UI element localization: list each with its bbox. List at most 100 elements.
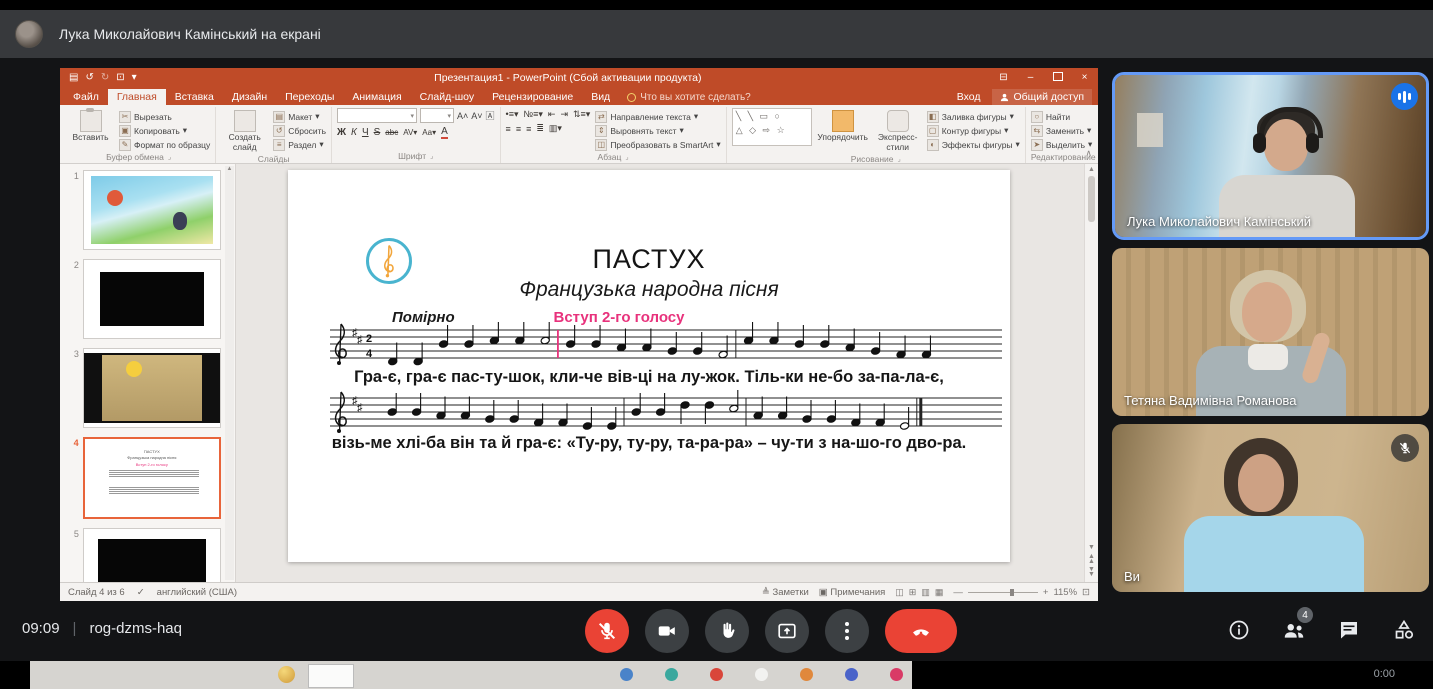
- taskbar-icon[interactable]: [890, 668, 903, 681]
- current-slide[interactable]: ПАСТУХ Французька народна пісня Помірно …: [288, 170, 1010, 562]
- shape-effects-button[interactable]: ◐ Эффекты фигуры ▾: [926, 138, 1020, 151]
- more-options-button[interactable]: [825, 609, 869, 653]
- tab-вид[interactable]: Вид: [582, 89, 619, 105]
- language-indicator[interactable]: английский (США): [157, 587, 237, 598]
- tab-анимация[interactable]: Анимация: [343, 89, 410, 105]
- tab-переходы[interactable]: Переходы: [276, 89, 343, 105]
- customize-qat-icon[interactable]: ▾: [132, 68, 137, 87]
- scroll-up-icon[interactable]: ▲: [1088, 166, 1095, 173]
- justify-icon[interactable]: ≣: [536, 123, 544, 134]
- slideshow-start-icon[interactable]: ⊡: [116, 68, 124, 87]
- activities-button[interactable]: [1391, 617, 1417, 643]
- participant-tile-self[interactable]: Ви: [1112, 424, 1429, 592]
- indent-decrease-icon[interactable]: ⇤: [548, 109, 556, 120]
- shrink-font-icon[interactable]: A˅: [471, 111, 482, 121]
- shadow-icon[interactable]: abc: [385, 128, 398, 137]
- raise-hand-button[interactable]: [705, 609, 749, 653]
- slide-preview[interactable]: [82, 528, 221, 582]
- participant-tile-luka[interactable]: Лука Миколайович Камінський: [1112, 72, 1429, 240]
- redo-icon[interactable]: ↻: [101, 68, 109, 87]
- slide-thumbnail-1[interactable]: 1: [66, 170, 221, 250]
- grow-font-icon[interactable]: A˄: [457, 111, 468, 121]
- copy-button[interactable]: ▣ Копировать ▾: [119, 124, 210, 137]
- italic-icon[interactable]: К: [351, 127, 357, 138]
- align-text-button[interactable]: ⇕ Выровнять текст ▾: [595, 124, 720, 137]
- taskbar-icon[interactable]: [710, 668, 723, 681]
- change-case-icon[interactable]: Aa▾: [422, 128, 436, 137]
- meeting-details-button[interactable]: [1226, 617, 1252, 643]
- find-button[interactable]: ○ Найти: [1030, 110, 1093, 123]
- slide-preview[interactable]: [82, 259, 221, 339]
- taskbar-icon[interactable]: [620, 668, 633, 681]
- slide-thumbnail-3[interactable]: 3: [66, 348, 221, 428]
- layout-button[interactable]: ▤ Макет ▾: [273, 110, 326, 123]
- taskbar-avatar-icon[interactable]: [278, 666, 295, 683]
- shapes-gallery[interactable]: ╲ ╲ ▭ ○ △ ◇ ⇨ ☆: [731, 108, 812, 146]
- participant-tile-tetiana[interactable]: Тетяна Вадимівна Романова: [1112, 248, 1429, 416]
- dialog-launcher-icon[interactable]: ⌟: [168, 153, 171, 161]
- scrollbar-thumb[interactable]: [1088, 176, 1095, 222]
- signin-link[interactable]: Вход: [957, 91, 981, 103]
- tab-файл[interactable]: Файл: [64, 89, 108, 105]
- strikethrough-icon[interactable]: S: [374, 127, 381, 138]
- restore-icon[interactable]: [1044, 68, 1071, 87]
- taskbar-icon[interactable]: [755, 668, 768, 681]
- slide-preview[interactable]: [82, 170, 221, 250]
- font-size-combo[interactable]: ▾: [420, 108, 454, 123]
- participants-button[interactable]: 4: [1281, 607, 1313, 643]
- smartart-button[interactable]: ◫ Преобразовать в SmartArt ▾: [595, 138, 721, 151]
- section-button[interactable]: ≡ Раздел ▾: [273, 138, 326, 151]
- camera-toggle-button[interactable]: [645, 609, 689, 653]
- save-icon[interactable]: ▤: [69, 68, 78, 87]
- comments-button[interactable]: ▣ Примечания: [819, 587, 885, 598]
- tab-слайд-шоу[interactable]: Слайд-шоу: [411, 89, 483, 105]
- ribbon-display-options-icon[interactable]: ⊟: [990, 68, 1017, 87]
- new-slide-button[interactable]: Создать слайд: [221, 108, 268, 153]
- collapse-ribbon-icon[interactable]: ∧: [1085, 148, 1092, 159]
- zoom-in-icon[interactable]: +: [1043, 587, 1049, 598]
- thumbnail-scrollbar[interactable]: ▲: [225, 166, 234, 580]
- slide-preview[interactable]: ПАСТУХ Французька народна пісня Вступ 2-го…: [82, 437, 221, 519]
- replace-button[interactable]: ⇆ Заменить ▾: [1030, 124, 1093, 137]
- columns-icon[interactable]: ▥▾: [549, 123, 562, 134]
- scroll-down-icon[interactable]: ▼: [1088, 544, 1095, 551]
- underline-icon[interactable]: Ч: [362, 127, 369, 138]
- bold-icon[interactable]: Ж: [337, 127, 346, 138]
- tab-рецензирование[interactable]: Рецензирование: [483, 89, 582, 105]
- font-color-icon[interactable]: A: [441, 126, 448, 139]
- numbering-icon[interactable]: №≡▾: [523, 109, 542, 120]
- dialog-launcher-icon[interactable]: ⌟: [625, 153, 628, 161]
- quick-styles-button[interactable]: Экспресс-стили: [874, 108, 922, 153]
- spellcheck-icon[interactable]: ✓: [137, 587, 145, 598]
- zoom-slider[interactable]: [967, 588, 1038, 596]
- taskbar-icon[interactable]: [800, 668, 813, 681]
- chat-button[interactable]: [1336, 617, 1362, 643]
- zoom-level[interactable]: 115%: [1053, 587, 1077, 598]
- present-screen-button[interactable]: [765, 609, 809, 653]
- previous-slide-icon[interactable]: ▲ ▲: [1088, 553, 1095, 565]
- tab-вставка[interactable]: Вставка: [166, 89, 223, 105]
- reset-button[interactable]: ↺ Сбросить: [273, 124, 326, 137]
- normal-view-icon[interactable]: ◫: [895, 587, 904, 598]
- tellme-box[interactable]: Что вы хотите сделать?: [619, 90, 759, 105]
- slide-thumbnail-5[interactable]: 5: [66, 528, 221, 582]
- line-spacing-icon[interactable]: ⇅≡▾: [573, 109, 590, 120]
- slide-preview[interactable]: [82, 348, 221, 428]
- char-spacing-icon[interactable]: AV▾: [403, 128, 417, 137]
- align-right-icon[interactable]: ≡: [526, 124, 531, 134]
- clear-format-icon[interactable]: 🄰: [486, 109, 495, 122]
- slideshow-view-icon[interactable]: ▦: [935, 587, 944, 598]
- taskbar-icon[interactable]: [665, 668, 678, 681]
- align-left-icon[interactable]: ≡: [506, 124, 511, 134]
- select-button[interactable]: ➤ Выделить ▾: [1030, 138, 1092, 151]
- share-button[interactable]: Общий доступ: [992, 89, 1092, 105]
- fit-to-window-icon[interactable]: ⊡: [1082, 587, 1090, 598]
- dialog-launcher-icon[interactable]: ⌟: [430, 152, 433, 160]
- arrange-button[interactable]: Упорядочить: [817, 108, 869, 143]
- zoom-out-icon[interactable]: —: [953, 587, 963, 598]
- bullets-icon[interactable]: •≡▾: [506, 109, 519, 120]
- dialog-launcher-icon[interactable]: ⌟: [898, 155, 901, 163]
- cut-button[interactable]: ✂ Вырезать: [119, 110, 210, 123]
- format-painter-button[interactable]: ✎ Формат по образцу: [119, 138, 210, 151]
- shape-fill-button[interactable]: ◧ Заливка фигуры ▾: [926, 110, 1020, 123]
